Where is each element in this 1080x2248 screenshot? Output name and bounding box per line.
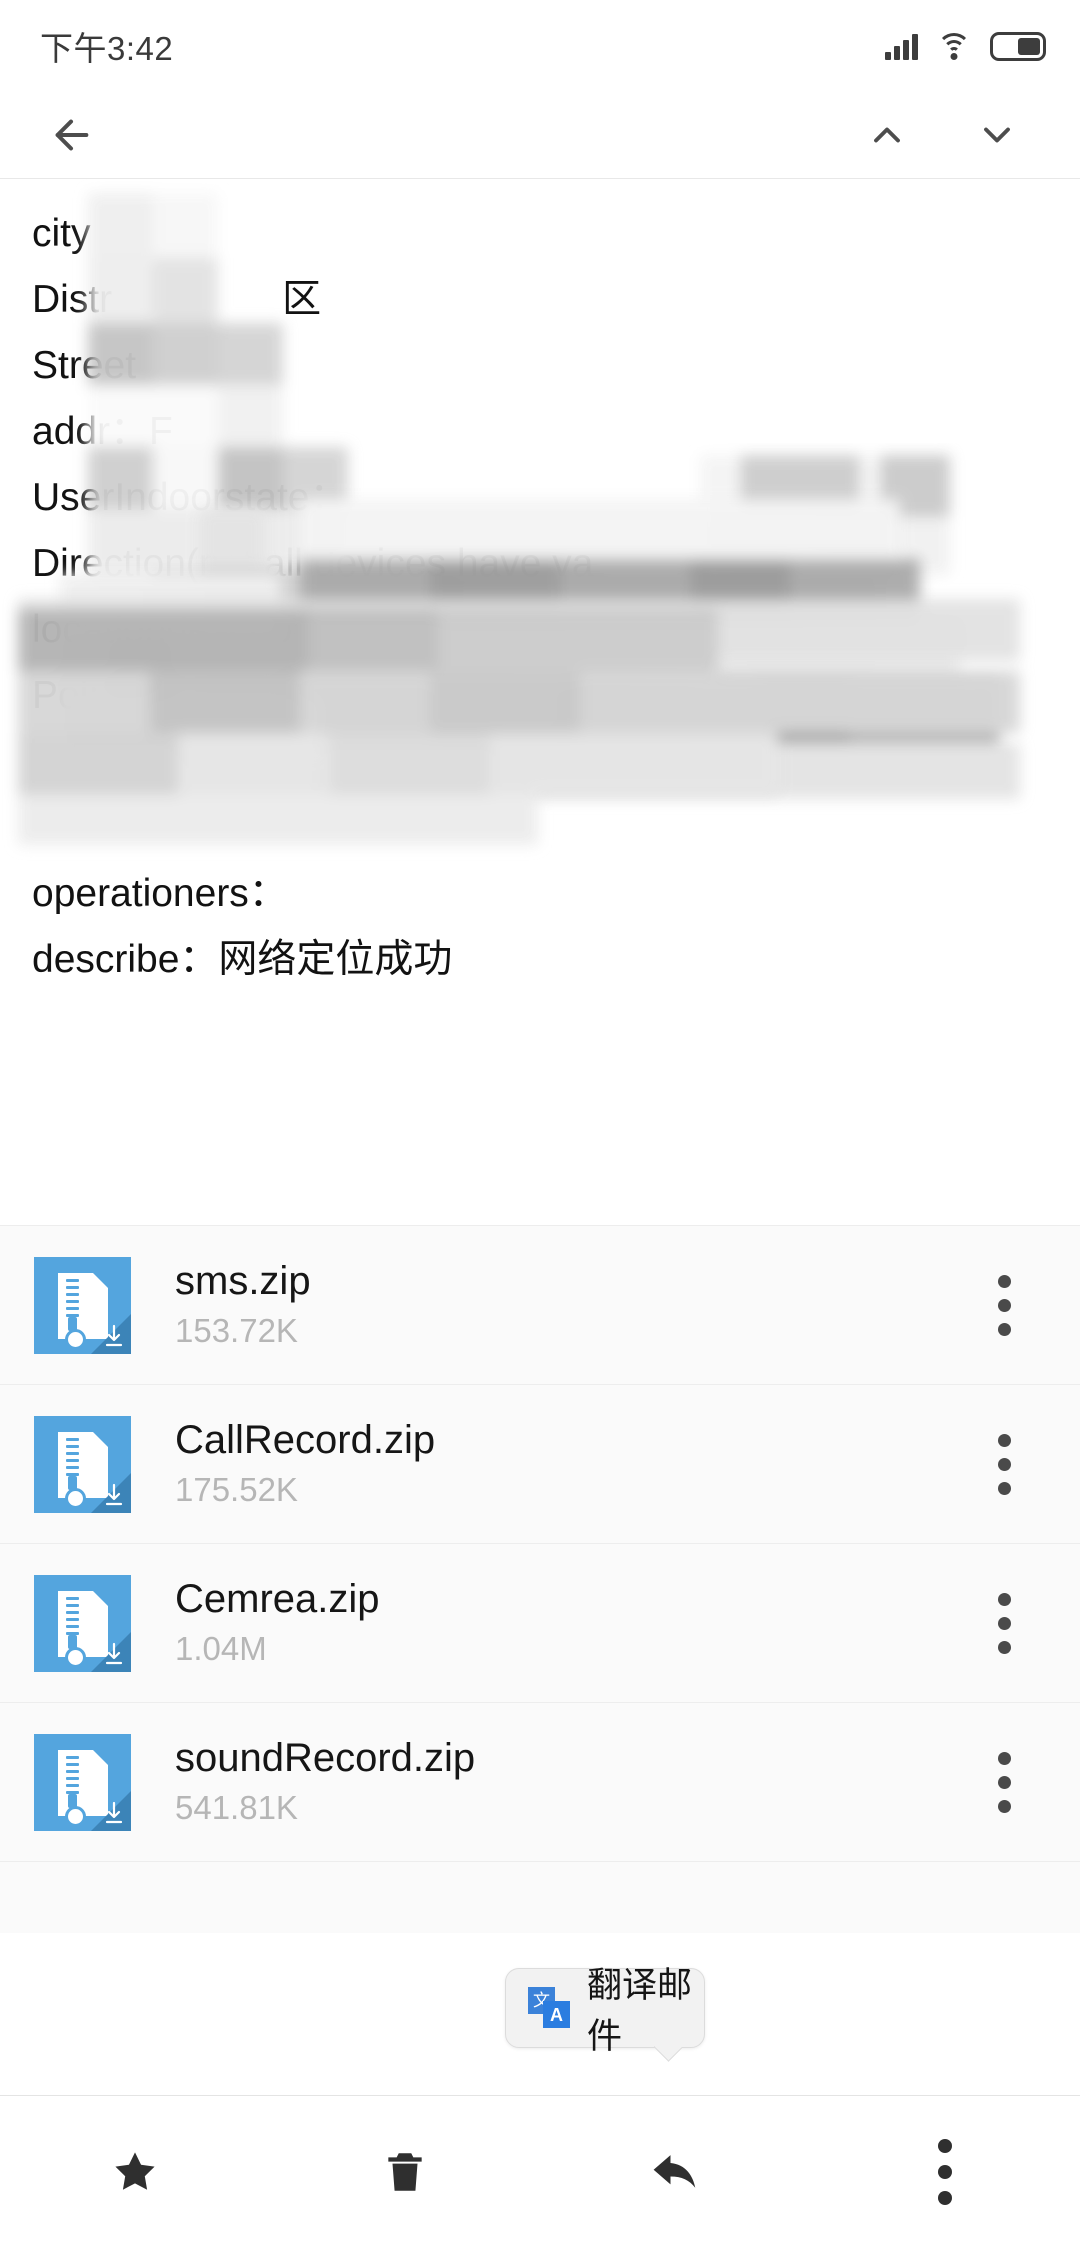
status-bar: 下午3:42 (0, 0, 1080, 92)
zip-file-icon (34, 1733, 131, 1831)
previous-message-button[interactable] (850, 98, 924, 172)
attachment-name: CallRecord.zip (175, 1418, 436, 1462)
chevron-down-icon (984, 127, 1010, 143)
chevron-up-icon (874, 127, 900, 143)
attachment-menu-button[interactable] (972, 1581, 1036, 1665)
attachment-row[interactable]: sms.zip 153.72K (0, 1225, 1080, 1384)
attachment-name: sms.zip (175, 1259, 311, 1303)
translate-tooltip-label: 翻译邮件 (587, 1966, 693, 2056)
attachment-list: sms.zip 153.72K CallRecord.zip 175.52K C… (0, 1225, 1080, 1933)
attachment-menu-button[interactable] (972, 1422, 1036, 1506)
download-arrow-icon (105, 1324, 123, 1346)
translate-email-tooltip[interactable]: 文 A 翻译邮件 (505, 1966, 705, 2056)
download-arrow-icon (105, 1483, 123, 1505)
zip-file-icon (34, 1256, 131, 1354)
attachment-info: Cemrea.zip 1.04M (175, 1574, 972, 1672)
email-body-line: city (32, 212, 91, 255)
attachment-size: 175.52K (175, 1471, 298, 1508)
more-options-button[interactable] (810, 2096, 1080, 2248)
attachment-info: soundRecord.zip 541.81K (175, 1733, 972, 1831)
trash-icon (388, 2153, 422, 2191)
attachment-info: CallRecord.zip 175.52K (175, 1415, 972, 1513)
download-arrow-icon (105, 1642, 123, 1664)
email-body[interactable]: city Distr 区 Street addr：F UserIndoorstat… (0, 179, 1080, 1225)
email-line-label: Distr (32, 278, 113, 321)
attachment-row[interactable]: soundRecord.zip 541.81K (0, 1702, 1080, 1861)
email-body-line: Direction(not all devices have va (32, 542, 594, 585)
status-time: 下午3:42 (40, 30, 174, 67)
star-button[interactable] (0, 2096, 270, 2248)
zip-file-icon (34, 1574, 131, 1672)
email-body-line: Poi: 中医院 (32, 663, 1080, 729)
battery-icon (990, 31, 1046, 61)
email-line-label: Poi: (32, 674, 111, 717)
attachment-size: 541.81K (175, 1789, 298, 1826)
translate-icon: 文 A (528, 1987, 570, 2029)
download-arrow-icon (105, 1801, 123, 1823)
email-body-line: locationdescribe: (32, 608, 325, 651)
attachment-name: soundRecord.zip (175, 1736, 476, 1780)
delete-button[interactable] (270, 2096, 540, 2248)
back-arrow-icon (55, 119, 89, 151)
bottom-toolbar (0, 2096, 1080, 2248)
next-message-button[interactable] (960, 98, 1034, 172)
attachment-menu-button[interactable] (972, 1263, 1036, 1347)
attachment-size: 153.72K (175, 1312, 298, 1349)
tooltip-tail (654, 2046, 682, 2062)
email-body-line: Distr 区 (32, 267, 1080, 333)
attachment-menu-button[interactable] (972, 1740, 1036, 1824)
reply-button[interactable] (540, 2096, 810, 2248)
signal-icon (885, 33, 918, 60)
wifi-icon (937, 32, 971, 60)
attachment-name: Cemrea.zip (175, 1577, 380, 1621)
kebab-menu-icon (938, 2139, 952, 2205)
attachment-size: 1.04M (175, 1630, 267, 1667)
email-line-suffix: 中医院 (228, 674, 346, 717)
email-body-line: describe：网络定位成功 (32, 938, 453, 981)
attachment-row[interactable]: Cemrea.zip 1.04M (0, 1543, 1080, 1702)
email-body-line: addr：F (32, 410, 173, 453)
attachment-info: sms.zip 153.72K (175, 1256, 972, 1354)
email-body-line: operationers： (32, 872, 288, 915)
email-line-suffix: 区 (282, 278, 322, 321)
reply-icon (653, 2155, 696, 2188)
email-body-line: Street (32, 344, 137, 387)
top-navigation-bar (0, 92, 1080, 179)
status-icons (885, 31, 1046, 61)
email-body-line: UserIndoorstate： (32, 476, 349, 519)
translate-target-char: A (543, 2001, 570, 2028)
zip-file-icon (34, 1415, 131, 1513)
attachment-row[interactable]: CallRecord.zip 175.52K (0, 1384, 1080, 1543)
attachment-list-footer (0, 1861, 1080, 1933)
email-body-line (32, 179, 1080, 201)
back-button[interactable] (34, 98, 108, 172)
star-icon (115, 2152, 155, 2190)
